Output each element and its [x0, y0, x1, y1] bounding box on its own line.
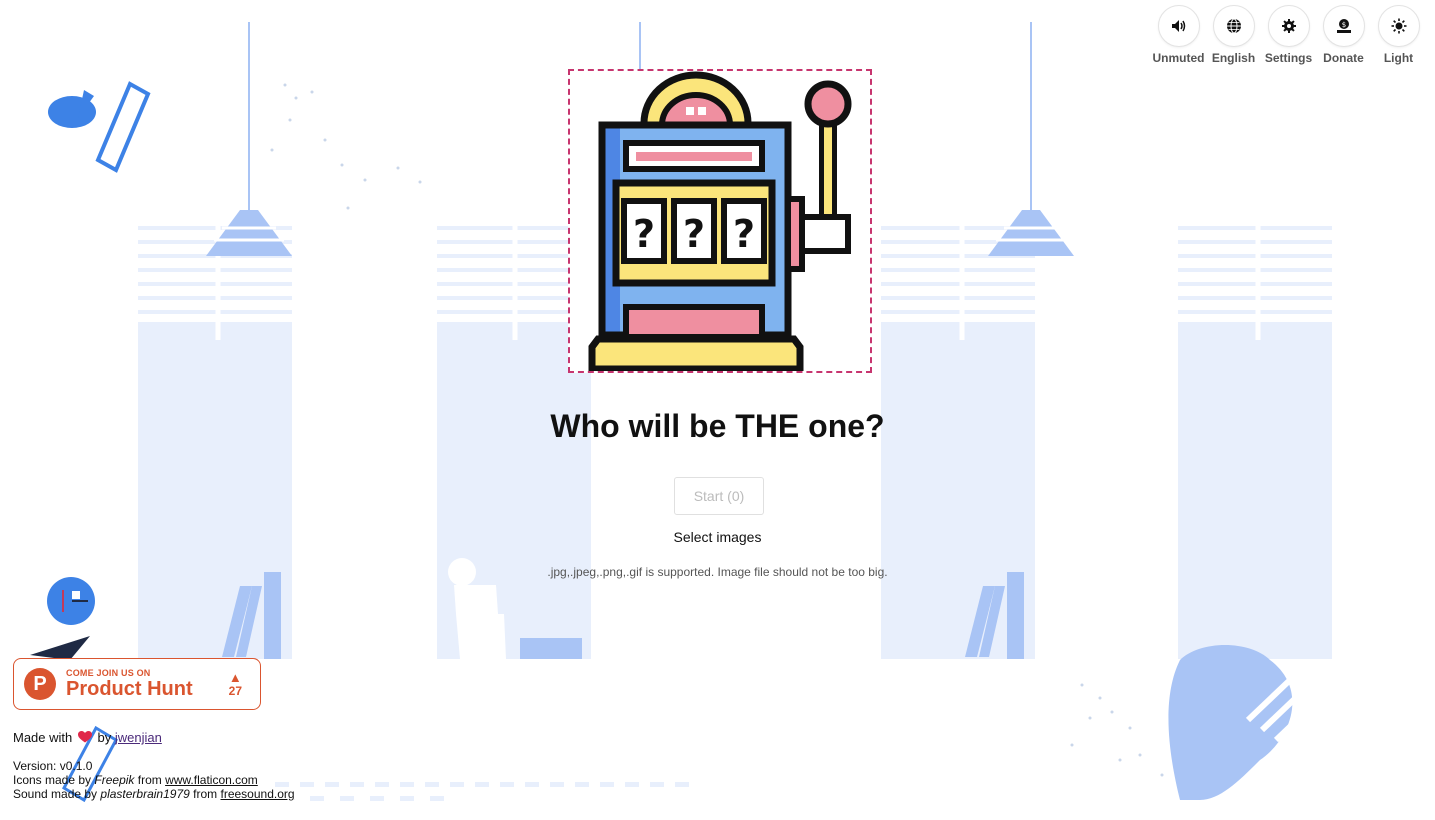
product-hunt-votes: ▲ 27 — [229, 671, 242, 698]
slot-machine-display: ??? — [568, 69, 872, 373]
language-label: English — [1211, 51, 1256, 65]
svg-text:?: ? — [683, 212, 705, 256]
file-type-hint: .jpg,.jpeg,.png,.gif is supported. Image… — [547, 565, 888, 579]
made-with-line: Made with by jwenjian — [13, 730, 162, 745]
speaker-icon — [1157, 5, 1200, 47]
icons-credit-from: from — [137, 773, 162, 787]
product-hunt-text: COME JOIN US ON Product Hunt — [66, 668, 193, 700]
sound-credit-from: from — [193, 787, 218, 801]
icons-credit: Icons made by Freepik from www.flaticon.… — [13, 773, 295, 787]
top-toolbar: Unmuted English Settings $ Donate Light — [1152, 5, 1425, 65]
sound-credit-author: plasterbrain1979 — [100, 787, 190, 801]
credits: Version: v0.1.0 Icons made by Freepik fr… — [13, 759, 295, 801]
svg-text:$: $ — [1341, 21, 1345, 29]
product-hunt-logo: P — [24, 668, 56, 700]
made-with-text: Made with — [13, 730, 73, 745]
start-button[interactable]: Start (0) — [674, 477, 764, 515]
sound-toggle-button[interactable]: Unmuted — [1152, 5, 1205, 65]
upvote-arrow-icon: ▲ — [228, 669, 242, 685]
page-title: Who will be THE one? — [550, 408, 885, 444]
sound-credit: Sound made by plasterbrain1979 from free… — [13, 787, 295, 801]
settings-button[interactable]: Settings — [1262, 5, 1315, 65]
version-text: Version: v0.1.0 — [13, 759, 93, 773]
donate-button[interactable]: $ Donate — [1317, 5, 1370, 65]
svg-text:?: ? — [733, 212, 755, 256]
heart-icon — [77, 731, 92, 743]
language-button[interactable]: English — [1207, 5, 1260, 65]
made-by-text: by — [97, 730, 112, 745]
svg-text:?: ? — [633, 212, 655, 256]
sun-icon — [1377, 5, 1420, 47]
author-link[interactable]: jwenjian — [115, 730, 162, 745]
product-hunt-name: Product Hunt — [66, 678, 193, 700]
product-hunt-badge[interactable]: P COME JOIN US ON Product Hunt ▲ 27 — [13, 658, 261, 710]
select-images-link[interactable]: Select images — [0, 529, 1435, 545]
flaticon-link[interactable]: www.flaticon.com — [165, 773, 258, 787]
vote-count: 27 — [228, 683, 242, 698]
sound-credit-prefix: Sound made by — [13, 787, 98, 801]
theme-toggle-button[interactable]: Light — [1372, 5, 1425, 65]
donate-icon: $ — [1322, 5, 1365, 47]
donate-label: Donate — [1323, 51, 1364, 65]
slot-machine-icon: ??? — [588, 71, 852, 371]
icons-credit-prefix: Icons made by — [13, 773, 92, 787]
freesound-link[interactable]: freesound.org — [221, 787, 295, 801]
theme-toggle-label: Light — [1383, 51, 1414, 65]
product-hunt-tagline: COME JOIN US ON — [66, 668, 151, 678]
settings-label: Settings — [1264, 51, 1313, 65]
sound-toggle-label: Unmuted — [1152, 51, 1205, 65]
gear-icon — [1267, 5, 1310, 47]
globe-icon — [1212, 5, 1255, 47]
icons-credit-author: Freepik — [94, 773, 135, 787]
